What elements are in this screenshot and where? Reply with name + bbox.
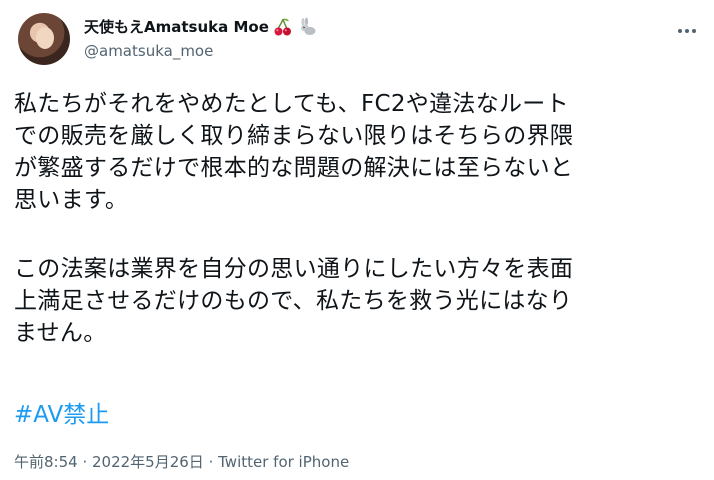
meta-separator: ·: [77, 453, 92, 471]
tweet-time[interactable]: 午前8:54: [14, 453, 78, 471]
tweet-date[interactable]: 2022年5月26日: [92, 453, 204, 471]
more-icon: [678, 29, 696, 33]
tweet-line: が繁盛するだけで根本的な問題の解決には至らないと: [14, 155, 574, 181]
tweet-line: ません。: [14, 320, 107, 346]
tweet-line: この法案は業界を自分の思い通りにしたい方々を表面: [14, 256, 574, 282]
tweet-meta: 午前8:54 · 2022年5月26日 · Twitter for iPhone: [14, 452, 349, 472]
display-name[interactable]: 天使もえAmatsuka Moe: [84, 16, 269, 38]
cherry-icon: [273, 17, 293, 37]
tweet-line: 上満足させるだけのもので、私たちを救う光にはなり: [14, 288, 573, 314]
tweet-line: 私たちがそれをやめたとしても、FC2や違法なルート: [14, 91, 569, 117]
tweet-source[interactable]: Twitter for iPhone: [218, 453, 349, 471]
meta-separator: ·: [203, 453, 219, 471]
author-handle[interactable]: @amatsuka_moe: [84, 41, 213, 61]
avatar[interactable]: [18, 13, 70, 65]
more-options-button[interactable]: [670, 14, 704, 48]
rabbit-icon: [297, 17, 317, 37]
tweet-line: 思います。: [14, 187, 129, 213]
tweet-paragraph-1: 私たちがそれをやめたとしても、FC2や違法なルート での販売を厳しく取り締まらな…: [14, 88, 573, 216]
author-name-row[interactable]: 天使もえAmatsuka Moe: [84, 16, 317, 38]
hashtag-link[interactable]: #AV禁止: [14, 399, 109, 431]
tweet-line: での販売を厳しく取り締まらない限りはそちらの界隈: [14, 123, 574, 149]
tweet-paragraph-2: この法案は業界を自分の思い通りにしたい方々を表面 上満足させるだけのもので、私た…: [14, 253, 573, 349]
